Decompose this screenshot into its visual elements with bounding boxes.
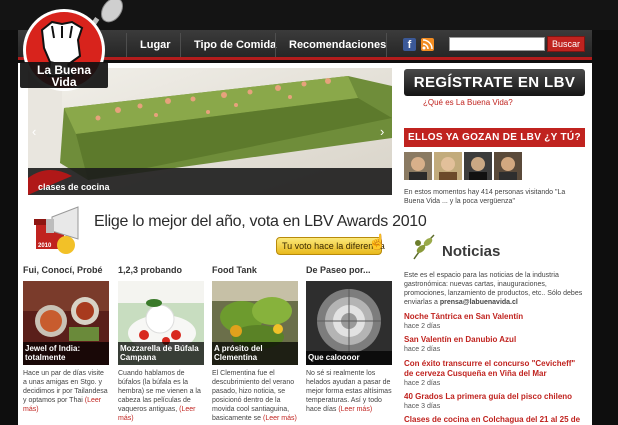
nav-separator — [180, 33, 181, 57]
slider-next-arrow[interactable]: › — [380, 124, 384, 139]
slider-prev-arrow[interactable]: ‹ — [32, 124, 36, 139]
nav-item-tipo-de-comida[interactable]: Tipo de Comida — [194, 39, 276, 51]
vote-button[interactable]: Tu voto hace la diferencia ☝ — [276, 235, 387, 255]
main-content: ‹ › clases de cocina 2010 Elige lo mejor… — [18, 63, 592, 425]
caption-line-2: totalmente — [25, 353, 66, 362]
news-time: hace 2 días — [404, 323, 441, 330]
member-avatar[interactable] — [434, 152, 462, 180]
news-title[interactable]: 40 Grados La primera guía del pisco chil… — [404, 392, 585, 402]
news-title[interactable]: Noche Tántrica en San Valentín — [404, 312, 585, 322]
thumbnail-caption[interactable]: A prósito del Clementina — [212, 342, 298, 365]
caption-line-1: Mozzarella de Búfala — [120, 344, 199, 353]
what-is-lbv-link[interactable]: ¿Qué es La Buena Vida? — [423, 98, 513, 107]
search-input[interactable] — [449, 37, 545, 51]
logo-text-line-2: Vida — [51, 75, 76, 89]
column-food-tank: Food Tank A prósito del Clementina El Cl… — [212, 265, 298, 423]
rss-icon[interactable] — [421, 38, 434, 51]
caption-line-2: Clementina — [214, 353, 258, 362]
slider-caption[interactable]: clases de cocina — [38, 182, 110, 192]
column-fui-conoci-probe: Fui, Conocí, Probé Jewel of India: total… — [23, 265, 109, 414]
visitors-count-text: En estos momentos hay 414 personas visit… — [404, 189, 566, 205]
megaphone-icon — [34, 206, 79, 254]
la-buena-vida-logo[interactable]: La Buena Vida — [14, 0, 124, 100]
nav-item-lugar[interactable]: Lugar — [140, 39, 171, 51]
column-1-2-3-probando: 1,2,3 probando Mozzarella de Búfala Camp… — [118, 265, 204, 423]
column-title[interactable]: Food Tank — [212, 265, 298, 279]
column-thumbnail[interactable]: Que caloooor — [306, 281, 392, 365]
news-section-title: Noticias — [442, 243, 501, 260]
facebook-icon[interactable]: f — [403, 38, 416, 51]
news-item: Noche Tántrica en San Valentín hace 2 dí… — [404, 312, 585, 332]
news-title[interactable]: Clases de cocina en Colchagua del 21 al … — [404, 415, 585, 425]
read-more-link[interactable]: (Leer más) — [338, 406, 372, 413]
news-item: Clases de cocina en Colchagua del 21 al … — [404, 415, 585, 425]
member-avatar[interactable] — [464, 152, 492, 180]
column-thumbnail[interactable]: A prósito del Clementina — [212, 281, 298, 365]
thumbnail-caption[interactable]: Mozzarella de Búfala Campana — [118, 342, 204, 365]
caption-line-2: Campana — [120, 353, 157, 362]
awards-badge-year: 2010 — [38, 243, 52, 249]
member-avatar[interactable] — [404, 152, 432, 180]
sidebar: REGÍSTRATE EN LBV ¿Qué es La Buena Vida?… — [402, 63, 592, 425]
olive-branch-icon — [413, 234, 435, 260]
thumbnail-caption[interactable]: Que caloooor — [306, 351, 392, 365]
column-thumbnail[interactable]: Mozzarella de Búfala Campana — [118, 281, 204, 365]
news-title[interactable]: Con éxito transcurre el concurso "Cevich… — [404, 359, 585, 379]
thumbnail-caption[interactable]: Jewel of India: totalmente — [23, 342, 109, 365]
search-button[interactable]: Buscar — [547, 36, 585, 52]
news-time: hace 3 días — [404, 403, 441, 410]
caption-line-1: Que caloooor — [308, 353, 360, 362]
news-time: hace 2 días — [404, 380, 441, 387]
news-item: San Valentín en Danubio Azul hace 2 días — [404, 335, 585, 355]
nav-item-recomendaciones[interactable]: Recomendaciones — [289, 39, 386, 51]
column-excerpt: No sé si realmente los helados ayudan a … — [306, 369, 392, 414]
register-button[interactable]: REGÍSTRATE EN LBV — [404, 69, 585, 96]
news-title[interactable]: San Valentín en Danubio Azul — [404, 335, 585, 345]
news-item: Con éxito transcurre el concurso "Cevich… — [404, 359, 585, 389]
press-email[interactable]: prensa@labuenavida.cl — [440, 299, 518, 306]
awards-headline: Elige lo mejor del año, vota en LBV Awar… — [94, 213, 427, 230]
nav-separator — [386, 33, 387, 57]
hand-cursor-icon: ☝ — [368, 234, 387, 251]
caption-line-1: Jewel of India: — [25, 344, 81, 353]
column-title[interactable]: De Paseo por... — [306, 265, 392, 279]
news-item: 40 Grados La primera guía del pisco chil… — [404, 392, 585, 412]
read-more-link[interactable]: (Leer más) — [263, 415, 297, 422]
column-excerpt: El Clementina fue el descubrimiento del … — [212, 369, 298, 423]
nav-separator — [275, 33, 276, 57]
column-title[interactable]: 1,2,3 probando — [118, 265, 204, 279]
member-avatar[interactable] — [494, 152, 522, 180]
awards-banner[interactable]: 2010 Elige lo mejor del año, vota en LBV… — [32, 203, 427, 261]
column-title[interactable]: Fui, Conocí, Probé — [23, 265, 109, 279]
column-thumbnail[interactable]: Jewel of India: totalmente — [23, 281, 109, 365]
nav-separator — [126, 33, 127, 57]
caption-line-1: A prósito del — [214, 344, 263, 353]
news-time: hace 2 días — [404, 346, 441, 353]
members-heading: ELLOS YA GOZAN DE LBV ¿Y TÚ? — [404, 128, 585, 147]
news-description: Este es el espacio para las noticias de … — [404, 271, 585, 307]
column-de-paseo-por: De Paseo por... Que caloooor No sé si re… — [306, 265, 392, 414]
column-excerpt: Cuando hablamos de búfalos (la búfala es… — [118, 369, 204, 423]
column-excerpt: Hace un par de días visite a unas amigas… — [23, 369, 109, 414]
